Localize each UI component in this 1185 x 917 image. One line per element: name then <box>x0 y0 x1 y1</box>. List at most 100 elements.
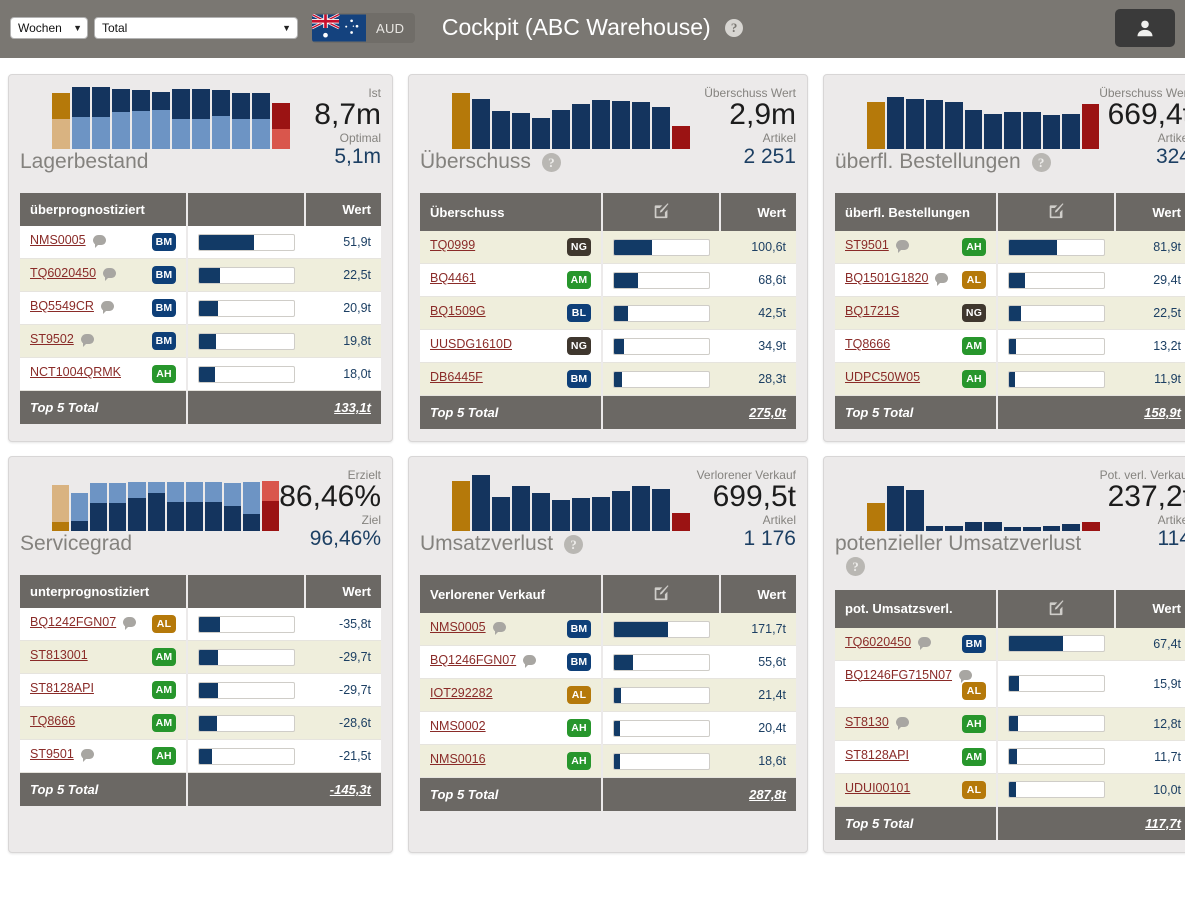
sparkline-bar <box>109 483 127 531</box>
sku-link[interactable]: ST9502 <box>30 332 74 346</box>
sku-link[interactable]: BQ1246FGN07 <box>430 653 516 667</box>
sku-link[interactable]: DB6445F <box>430 370 483 384</box>
comment-bubble-icon[interactable] <box>959 669 973 683</box>
comment-bubble-icon[interactable] <box>80 749 94 762</box>
sku-link[interactable]: BQ4461 <box>430 271 476 285</box>
sparkline-bar <box>212 90 230 149</box>
comment-bubble-icon[interactable] <box>92 235 106 248</box>
total-value[interactable]: 133,1t <box>186 390 381 424</box>
sparkline-bar <box>128 482 146 531</box>
help-icon[interactable]: ? <box>564 534 584 554</box>
help-icon[interactable]: ? <box>846 557 865 577</box>
row-sku-cell: BQ1721S NG <box>835 296 997 330</box>
row-sku-cell: TQ8666 AM <box>835 329 997 363</box>
sparkline-bar <box>532 493 550 531</box>
scope-select-value: Total <box>102 21 128 35</box>
column-header-value[interactable]: Wert <box>305 193 381 226</box>
column-header-name[interactable]: pot. Umsatzsverl. <box>835 589 998 628</box>
sku-link[interactable]: BQ1501G1820 <box>845 271 928 285</box>
total-value[interactable]: 158,9t <box>996 395 1185 429</box>
scope-select[interactable]: Total ▼ <box>94 17 298 39</box>
sku-link[interactable]: BQ1721S <box>845 304 899 318</box>
sku-link[interactable]: TQ6020450 <box>30 266 96 280</box>
sku-link[interactable]: TQ8666 <box>30 714 75 728</box>
column-header-name[interactable]: überfl. Bestellungen <box>835 193 998 231</box>
column-header-edit[interactable] <box>602 575 721 613</box>
sku-link[interactable]: NMS0005 <box>30 233 86 247</box>
sku-link[interactable]: TQ6020450 <box>845 635 911 649</box>
row-value: 29,4t <box>1115 263 1185 297</box>
value-bar-fill <box>199 234 255 250</box>
sku-link[interactable]: UUSDG1610D <box>430 337 512 351</box>
total-value[interactable]: 275,0t <box>601 395 796 429</box>
help-icon[interactable]: ? <box>1031 152 1051 172</box>
column-header-name[interactable]: Überschuss <box>420 193 603 231</box>
sku-link[interactable]: NCT1004QRMK <box>30 365 121 379</box>
comment-bubble-icon[interactable] <box>918 636 932 650</box>
comment-bubble-icon[interactable] <box>80 334 94 347</box>
sku-link[interactable]: IOT292282 <box>430 686 493 700</box>
sku-link[interactable]: ST8128API <box>30 681 94 695</box>
comment-bubble-icon[interactable] <box>935 273 949 286</box>
column-header-edit[interactable] <box>997 589 1116 628</box>
status-badge: BM <box>567 653 591 671</box>
kpi-card-servicegrad: Servicegrad Erzielt 86,46% Ziel 96,46% unterp… <box>8 456 393 853</box>
value-bar-track <box>613 337 710 355</box>
comment-bubble-icon[interactable] <box>103 268 117 281</box>
comment-bubble-icon[interactable] <box>123 617 137 630</box>
column-header-edit[interactable] <box>602 193 721 231</box>
kpi-primary-value: 2,9m <box>729 98 796 132</box>
total-value[interactable]: 287,8t <box>601 777 796 811</box>
sparkline-bar <box>147 482 165 531</box>
status-badge: AM <box>152 681 176 699</box>
value-bar-track <box>198 747 295 765</box>
comment-bubble-icon[interactable] <box>100 301 114 314</box>
sparkline-bar <box>492 497 510 531</box>
sku-link[interactable]: TQ0999 <box>430 238 475 252</box>
sku-link[interactable]: NMS0016 <box>430 752 486 766</box>
sku-link[interactable]: ST9501 <box>30 747 74 761</box>
column-header-edit[interactable] <box>997 193 1116 231</box>
column-header-value[interactable]: Wert <box>720 193 796 231</box>
column-header-value[interactable]: Wert <box>720 575 796 613</box>
help-icon[interactable]: ? <box>725 18 744 37</box>
sku-link[interactable]: NMS0005 <box>430 620 486 634</box>
kpi-secondary-value: 5,1m <box>334 144 381 168</box>
row-sku-cell: TQ6020450 BM <box>835 627 997 661</box>
comment-bubble-icon[interactable] <box>523 655 537 668</box>
sku-link[interactable]: NMS0002 <box>430 719 486 733</box>
column-header-name[interactable]: unterprognostiziert <box>20 575 188 608</box>
sku-link[interactable]: BQ1242FGN07 <box>30 615 116 629</box>
column-header-value[interactable]: Wert <box>1115 193 1185 231</box>
sku-link[interactable]: ST8128API <box>845 748 909 762</box>
sku-link[interactable]: ST9501 <box>845 238 889 252</box>
help-icon[interactable]: ? <box>541 152 561 172</box>
column-header-value[interactable]: Wert <box>305 575 381 608</box>
row-value: 20,9t <box>305 291 381 325</box>
total-value[interactable]: 117,7t <box>996 806 1185 840</box>
period-select[interactable]: Wochen ▼ <box>10 17 88 39</box>
sku-link[interactable]: ST813001 <box>30 648 88 662</box>
comment-bubble-icon[interactable] <box>492 622 506 635</box>
comment-bubble-icon[interactable] <box>895 716 909 730</box>
sku-link[interactable]: BQ1509G <box>430 304 486 318</box>
row-bar-cell <box>996 773 1115 807</box>
user-menu-button[interactable] <box>1115 9 1175 47</box>
top-bar: Wochen ▼ Total ▼ AUD Cockpit (ABC Wareho… <box>0 0 1185 58</box>
currency-selector[interactable]: AUD <box>312 13 416 43</box>
value-bar-fill <box>614 272 638 288</box>
column-header-name[interactable]: überprognostiziert <box>20 193 188 226</box>
comment-bubble-icon[interactable] <box>895 240 909 253</box>
sku-link[interactable]: BQ1246FG715N07 <box>845 668 952 682</box>
sku-link[interactable]: ST8130 <box>845 715 889 729</box>
table-row: NMS0005 BM 51,9t <box>20 226 381 259</box>
value-bar-fill <box>1009 338 1016 354</box>
kpi-primary-value: 699,5t <box>712 480 796 514</box>
total-value[interactable]: -145,3t <box>186 772 381 806</box>
sku-link[interactable]: UDPC50W05 <box>845 370 920 384</box>
column-header-name[interactable]: Verlorener Verkauf <box>420 575 603 613</box>
sku-link[interactable]: UDUI00101 <box>845 781 910 795</box>
column-header-value[interactable]: Wert <box>1115 589 1185 628</box>
sku-link[interactable]: BQ5549CR <box>30 299 94 313</box>
sku-link[interactable]: TQ8666 <box>845 337 890 351</box>
